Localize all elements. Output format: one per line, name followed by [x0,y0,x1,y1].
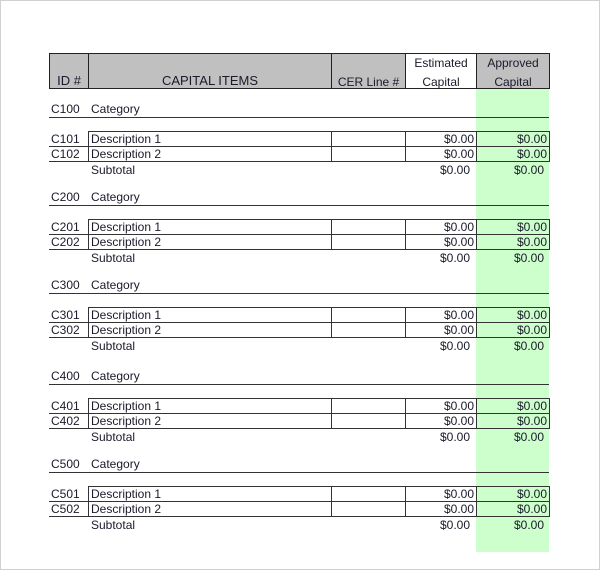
item-id: C201 [51,220,80,234]
item-approved[interactable]: $0.00 [476,486,550,502]
item-approved[interactable]: $0.00 [476,398,550,414]
item-id: C401 [51,399,80,413]
item-cer-line[interactable] [331,398,406,414]
header-id-label: ID # [57,73,81,88]
subtotal-estimated: $0.00 [439,251,470,265]
header-cer: CER Line # [331,53,406,89]
subtotal-estimated: $0.00 [439,339,470,353]
item-estimated[interactable]: $0.00 [405,501,477,517]
item-cer-line[interactable] [331,413,406,429]
item-id: C501 [51,487,80,501]
category-label: Category [91,102,140,116]
header-id: ID # [49,53,89,89]
item-estimated[interactable]: $0.00 [405,219,477,235]
subtotal-estimated: $0.00 [439,430,470,444]
item-approved[interactable]: $0.00 [476,146,550,162]
category-id: C100 [51,102,80,116]
item-description[interactable]: Description 1 [88,486,332,502]
item-id: C502 [51,502,80,516]
category-underline [49,384,549,385]
item-description[interactable]: Description 2 [88,322,332,338]
item-cer-line[interactable] [331,219,406,235]
category-label: Category [91,278,140,292]
subtotal-approved: $0.00 [513,251,544,265]
header-approved: Approved Capital [476,53,550,89]
item-estimated[interactable]: $0.00 [405,486,477,502]
item-cer-line[interactable] [331,131,406,147]
subtotal-label: Subtotal [91,430,136,444]
item-cer-line[interactable] [331,307,406,323]
item-estimated[interactable]: $0.00 [405,146,477,162]
item-estimated[interactable]: $0.00 [405,234,477,250]
subtotal-label: Subtotal [91,251,136,265]
item-cer-line[interactable] [331,486,406,502]
header-items-label: CAPITAL ITEMS [161,73,259,88]
category-id: C200 [51,190,80,204]
item-description[interactable]: Description 2 [88,146,332,162]
category-label: Category [91,190,140,204]
category-id: C300 [51,278,80,292]
header-items: CAPITAL ITEMS [88,53,332,89]
subtotal-estimated: $0.00 [439,163,470,177]
item-id: C301 [51,308,80,322]
subtotal-estimated: $0.00 [439,518,470,532]
item-estimated[interactable]: $0.00 [405,322,477,338]
item-approved[interactable]: $0.00 [476,322,550,338]
item-estimated[interactable]: $0.00 [405,307,477,323]
item-id: C202 [51,235,80,249]
subtotal-label: Subtotal [91,339,136,353]
item-approved[interactable]: $0.00 [476,234,550,250]
item-cer-line[interactable] [331,146,406,162]
subtotal-label: Subtotal [91,518,136,532]
category-underline [49,472,549,473]
subtotal-label: Subtotal [91,163,136,177]
item-description[interactable]: Description 1 [88,219,332,235]
item-description[interactable]: Description 1 [88,398,332,414]
item-description[interactable]: Description 2 [88,413,332,429]
subtotal-approved: $0.00 [513,518,544,532]
category-underline [49,205,549,206]
header-estimated-line1: Estimated [414,56,468,70]
item-id: C101 [51,132,80,146]
header-cer-label: CER Line # [337,75,400,89]
item-approved[interactable]: $0.00 [476,219,550,235]
item-description[interactable]: Description 2 [88,234,332,250]
item-approved[interactable]: $0.00 [476,413,550,429]
item-approved[interactable]: $0.00 [476,307,550,323]
item-estimated[interactable]: $0.00 [405,131,477,147]
category-id: C500 [51,457,80,471]
item-approved[interactable]: $0.00 [476,501,550,517]
item-id: C302 [51,323,80,337]
item-estimated[interactable]: $0.00 [405,398,477,414]
subtotal-approved: $0.00 [513,163,544,177]
subtotal-approved: $0.00 [513,430,544,444]
item-id: C102 [51,147,80,161]
item-estimated[interactable]: $0.00 [405,413,477,429]
category-label: Category [91,457,140,471]
item-cer-line[interactable] [331,501,406,517]
category-label: Category [91,369,140,383]
category-underline [49,293,549,294]
item-description[interactable]: Description 1 [88,307,332,323]
item-cer-line[interactable] [331,322,406,338]
category-underline [49,117,549,118]
item-cer-line[interactable] [331,234,406,250]
item-description[interactable]: Description 2 [88,501,332,517]
item-id: C402 [51,414,80,428]
item-description[interactable]: Description 1 [88,131,332,147]
header-estimated-line2: Capital [422,75,460,89]
item-approved[interactable]: $0.00 [476,131,550,147]
header-approved-line2: Capital [494,75,532,89]
subtotal-approved: $0.00 [513,339,544,353]
header-approved-line1: Approved [487,56,539,70]
header-estimated: Estimated Capital [405,53,477,89]
category-id: C400 [51,369,80,383]
